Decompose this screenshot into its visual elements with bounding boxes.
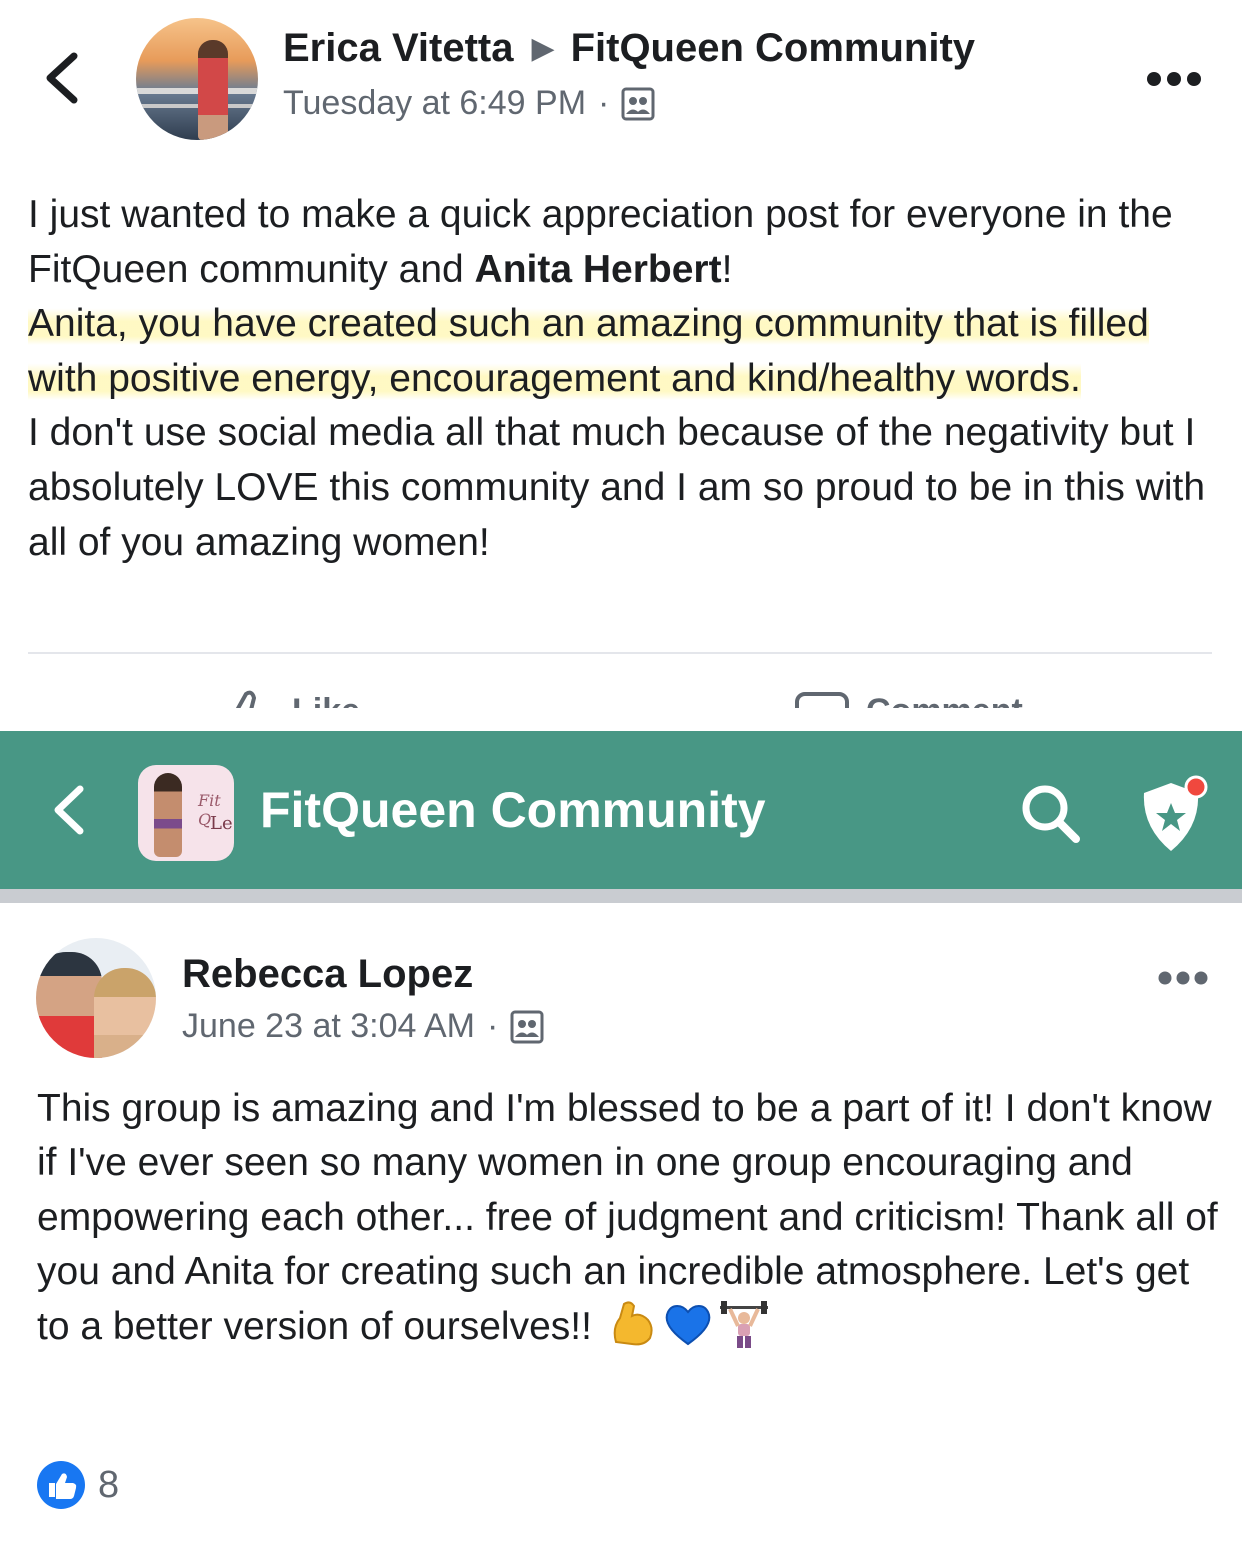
meta-separator: · <box>486 1007 499 1045</box>
weightlifter-icon <box>719 1301 768 1349</box>
post-body: I just wanted to make a quick appreciati… <box>28 188 1218 570</box>
chevron-left-icon <box>46 52 78 104</box>
admin-tools-button[interactable] <box>1136 775 1210 855</box>
more-horizontal-icon <box>1158 971 1208 985</box>
comment-icon <box>795 692 849 708</box>
post-meta: June 23 at 3:04 AM · <box>182 1007 544 1046</box>
chevron-left-icon <box>54 785 84 835</box>
post-text: ! <box>721 247 733 291</box>
group-avatar-logo-text: Le <box>210 813 233 834</box>
author-avatar[interactable] <box>36 938 156 1058</box>
post-paragraph: I don't use social media all that much b… <box>28 411 1206 564</box>
like-label: Like <box>292 692 360 709</box>
like-button[interactable]: Like <box>220 686 360 708</box>
thumbs-up-icon <box>224 690 267 708</box>
search-button[interactable] <box>1018 781 1082 845</box>
group-avatar[interactable]: Fit Q Le <box>138 765 234 861</box>
shield-star-icon <box>1143 775 1208 851</box>
highlighted-text: Anita, you have created such an amazing … <box>28 302 1149 400</box>
comment-button[interactable]: Comment <box>794 686 1023 708</box>
group-audience-icon <box>510 1010 544 1043</box>
post-paragraph: I just wanted to make a quick appreciati… <box>28 188 1218 297</box>
section-separator <box>0 889 1242 903</box>
post-actions: Like Comment <box>0 662 1242 708</box>
author-name[interactable]: Erica Vitetta <box>283 26 514 70</box>
triangle-right-icon: ▶ <box>531 32 555 65</box>
post-timestamp[interactable]: Tuesday at 6:49 PM <box>283 84 586 123</box>
more-horizontal-icon <box>1147 72 1201 86</box>
group-back-button[interactable] <box>50 783 90 837</box>
post-paragraph: Anita, you have created such an amazing … <box>28 297 1218 406</box>
post-header: Erica Vitetta ▶ FitQueen Community <box>283 26 975 71</box>
author-avatar[interactable] <box>136 18 258 140</box>
reaction-count: 8 <box>98 1463 120 1506</box>
post-paragraph: This group is amazing and I'm blessed to… <box>37 1082 1227 1354</box>
post-meta: Tuesday at 6:49 PM · <box>283 84 655 123</box>
post-options-button[interactable] <box>1158 970 1208 986</box>
emoji-group <box>606 1298 770 1350</box>
post-body: This group is amazing and I'm blessed to… <box>37 1082 1227 1354</box>
like-reaction-icon <box>37 1461 85 1509</box>
group-title[interactable]: FitQueen Community <box>260 781 766 839</box>
divider <box>28 652 1212 654</box>
meta-separator: · <box>598 84 610 122</box>
search-icon <box>1022 785 1080 843</box>
comment-label: Comment <box>866 692 1023 709</box>
flexed-biceps-icon <box>613 1301 653 1346</box>
back-button[interactable] <box>40 48 84 108</box>
group-header-bar: Fit Q Le FitQueen Community <box>0 731 1242 889</box>
blue-heart-icon <box>665 1305 711 1346</box>
group-audience-icon <box>621 87 655 120</box>
post-timestamp[interactable]: June 23 at 3:04 AM <box>182 1007 475 1046</box>
group-name-link[interactable]: FitQueen Community <box>571 26 975 70</box>
author-name[interactable]: Rebecca Lopez <box>182 952 473 997</box>
reaction-summary[interactable]: 8 <box>36 1460 119 1510</box>
mention-link[interactable]: Anita Herbert <box>475 248 722 291</box>
post-options-button[interactable] <box>1146 70 1202 88</box>
